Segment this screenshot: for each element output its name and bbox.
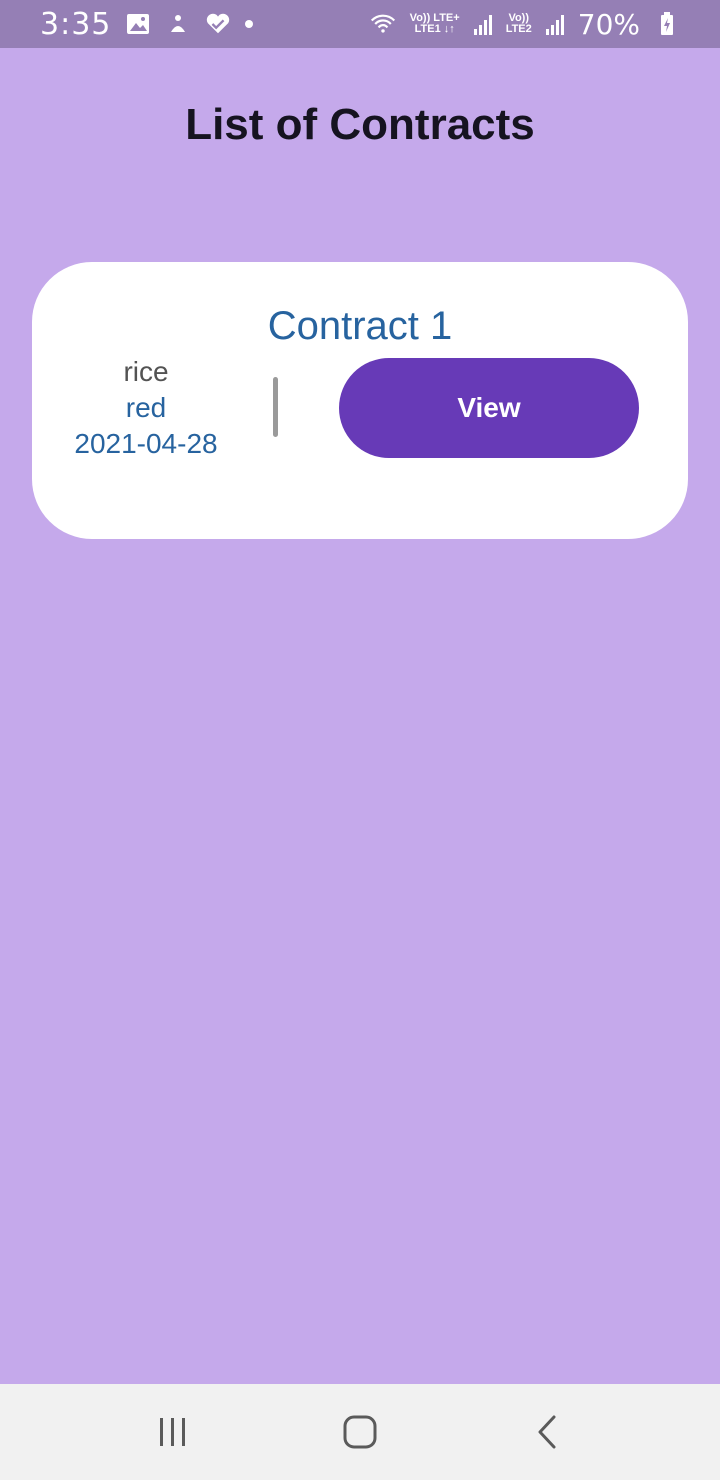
- status-bar: 3:35 Vo)) LTE+ LTE1 ↓↑ Vo)) LTE2 70%: [0, 0, 720, 48]
- navigation-bar: [0, 1384, 720, 1480]
- home-icon[interactable]: [320, 1402, 400, 1462]
- network-2-label: Vo)) LTE2: [506, 13, 532, 35]
- network-1-label: Vo)) LTE+ LTE1 ↓↑: [410, 13, 460, 35]
- recent-apps-icon[interactable]: [133, 1402, 213, 1462]
- contract-item: rice: [123, 356, 169, 387]
- wifi-icon: [370, 11, 396, 37]
- network-1-line2: LTE1 ↓↑: [414, 23, 455, 35]
- network-2-line2: LTE2: [505, 23, 532, 35]
- contract-card: Contract 1 rice red 2021-04-28 View: [32, 262, 688, 539]
- contract-info: rice red 2021-04-28: [56, 354, 236, 462]
- page-title: List of Contracts: [185, 100, 535, 149]
- battery-icon: [654, 11, 680, 37]
- app-icon: [165, 11, 191, 37]
- notification-dot-icon: [245, 20, 254, 28]
- status-bar-left: 3:35: [40, 6, 254, 42]
- signal-icon: [473, 13, 492, 35]
- status-bar-right: Vo)) LTE+ LTE1 ↓↑ Vo)) LTE2 70%: [370, 8, 680, 41]
- contract-color: red: [125, 392, 167, 423]
- battery-percent: 70%: [577, 7, 640, 41]
- signal-2-icon: [545, 13, 564, 35]
- contract-date: 2021-04-28: [74, 428, 218, 459]
- health-icon: [205, 11, 231, 37]
- back-icon[interactable]: [507, 1402, 587, 1462]
- status-time: 3:35: [40, 6, 112, 42]
- gallery-icon: [125, 11, 151, 37]
- vertical-divider: [273, 377, 278, 437]
- contract-title: Contract 1: [267, 304, 453, 348]
- view-contract-button[interactable]: View: [339, 358, 639, 458]
